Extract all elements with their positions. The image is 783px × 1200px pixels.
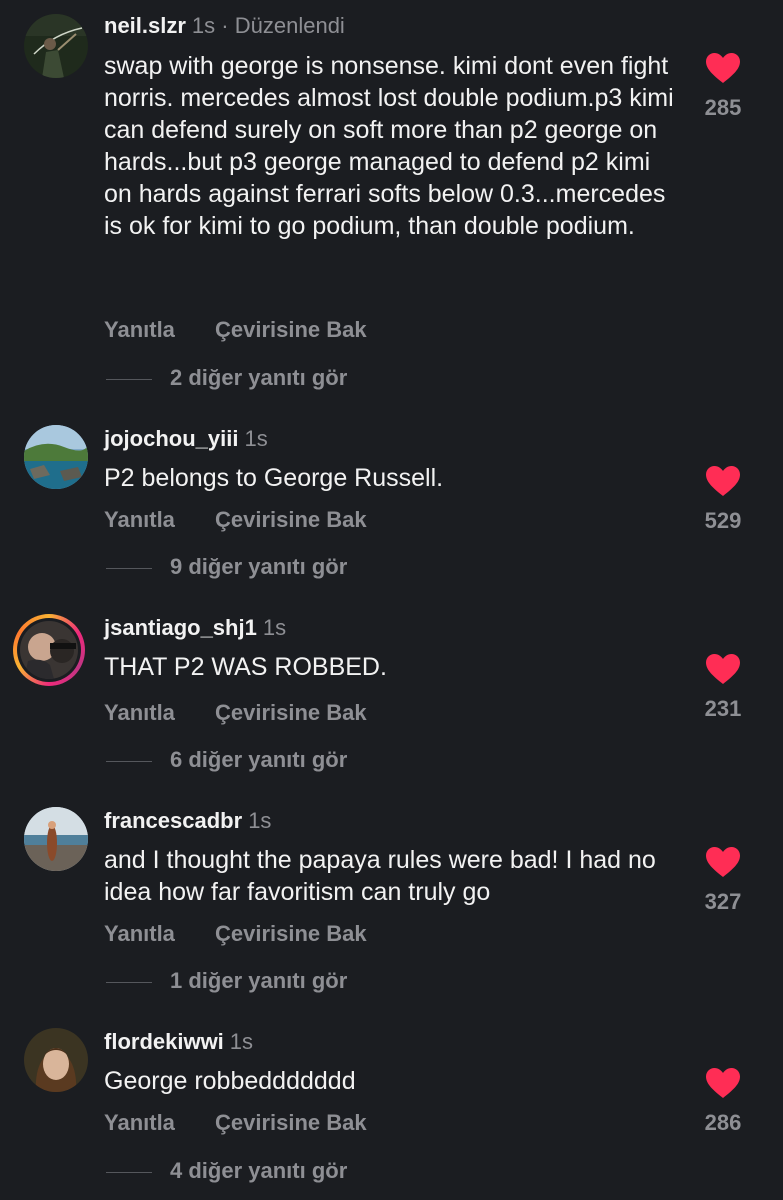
edited-label: · Düzenlendi xyxy=(221,13,345,38)
view-replies-button[interactable]: 6 diğer yanıtı gör xyxy=(106,746,347,774)
timestamp: 1s xyxy=(229,1029,254,1054)
view-replies-label: 6 diğer yanıtı gör xyxy=(170,747,348,772)
reply-button[interactable]: Yanıtla xyxy=(104,316,215,344)
comment-actions: Yanıtla Çevirisine Bak xyxy=(104,506,367,534)
reply-button[interactable]: Yanıtla xyxy=(104,506,215,534)
like-count: 327 xyxy=(704,889,742,914)
like-button[interactable]: 286 xyxy=(693,1067,753,1137)
translate-button[interactable]: Çevirisine Bak xyxy=(215,507,367,532)
view-replies-label: 1 diğer yanıtı gör xyxy=(170,968,348,993)
divider xyxy=(106,760,152,762)
comment-text: THAT P2 WAS ROBBED. xyxy=(104,653,387,681)
username[interactable]: jsantiago_shj1 xyxy=(104,615,257,640)
reply-button[interactable]: Yanıtla xyxy=(104,920,215,948)
comment-text: swap with george is nonsense. kimi dont … xyxy=(104,52,674,240)
comment-actions: Yanıtla Çevirisine Bak xyxy=(104,316,367,344)
avatar[interactable] xyxy=(24,14,88,78)
view-replies-label: 4 diğer yanıtı gör xyxy=(170,1158,348,1183)
username[interactable]: neil.slzr xyxy=(104,13,186,38)
translate-button[interactable]: Çevirisine Bak xyxy=(215,921,367,946)
comment-header: neil.slzr 1s · Düzenlendi xyxy=(104,12,345,40)
avatar-story-ring[interactable] xyxy=(13,614,85,686)
comment-header: francescadbr 1s xyxy=(104,807,271,835)
timestamp: 1s xyxy=(191,13,216,38)
divider xyxy=(106,1171,152,1173)
view-replies-label: 2 diğer yanıtı gör xyxy=(170,365,348,390)
username[interactable]: jojochou_yiii xyxy=(104,426,238,451)
translate-button[interactable]: Çevirisine Bak xyxy=(215,1110,367,1135)
username[interactable]: flordekiwwi xyxy=(104,1029,224,1054)
avatar xyxy=(20,621,78,679)
like-count: 285 xyxy=(704,95,742,120)
like-count: 231 xyxy=(704,696,742,721)
like-count: 529 xyxy=(704,508,742,533)
comment-header: jsantiago_shj1 1s xyxy=(104,614,286,642)
view-replies-button[interactable]: 4 diğer yanıtı gör xyxy=(106,1157,347,1185)
heart-icon xyxy=(706,654,740,684)
like-button[interactable]: 231 xyxy=(693,653,753,723)
avatar[interactable] xyxy=(24,1028,88,1092)
like-count: 286 xyxy=(704,1110,742,1135)
comment-header: flordekiwwi 1s xyxy=(104,1028,253,1056)
heart-icon xyxy=(706,1068,740,1098)
divider xyxy=(106,981,152,983)
heart-icon xyxy=(706,466,740,496)
timestamp: 1s xyxy=(262,615,287,640)
translate-button[interactable]: Çevirisine Bak xyxy=(215,700,367,725)
view-replies-button[interactable]: 2 diğer yanıtı gör xyxy=(106,364,347,392)
comment-actions: Yanıtla Çevirisine Bak xyxy=(104,920,367,948)
divider xyxy=(106,378,152,380)
like-button[interactable]: 285 xyxy=(693,52,753,122)
like-button[interactable]: 327 xyxy=(693,846,753,916)
comment-text: and I thought the papaya rules were bad!… xyxy=(104,846,656,906)
username[interactable]: francescadbr xyxy=(104,808,242,833)
timestamp: 1s xyxy=(248,808,272,833)
like-button[interactable]: 529 xyxy=(693,465,753,535)
comment-header: jojochou_yiii 1s xyxy=(104,425,268,453)
reply-button[interactable]: Yanıtla xyxy=(104,699,215,727)
heart-icon xyxy=(706,53,740,83)
avatar[interactable] xyxy=(24,807,88,871)
view-replies-label: 9 diğer yanıtı gör xyxy=(170,554,348,579)
timestamp: 1s xyxy=(244,426,268,451)
heart-icon xyxy=(706,847,740,877)
comment-actions: Yanıtla Çevirisine Bak xyxy=(104,699,367,727)
comment-text: P2 belongs to George Russell. xyxy=(104,464,444,492)
comment-actions: Yanıtla Çevirisine Bak xyxy=(104,1109,367,1137)
translate-button[interactable]: Çevirisine Bak xyxy=(215,317,367,342)
reply-button[interactable]: Yanıtla xyxy=(104,1109,215,1137)
view-replies-button[interactable]: 1 diğer yanıtı gör xyxy=(106,967,347,995)
comment-text: George robbeddddddd xyxy=(104,1067,356,1095)
avatar[interactable] xyxy=(24,425,88,489)
view-replies-button[interactable]: 9 diğer yanıtı gör xyxy=(106,553,347,581)
divider xyxy=(106,567,152,569)
